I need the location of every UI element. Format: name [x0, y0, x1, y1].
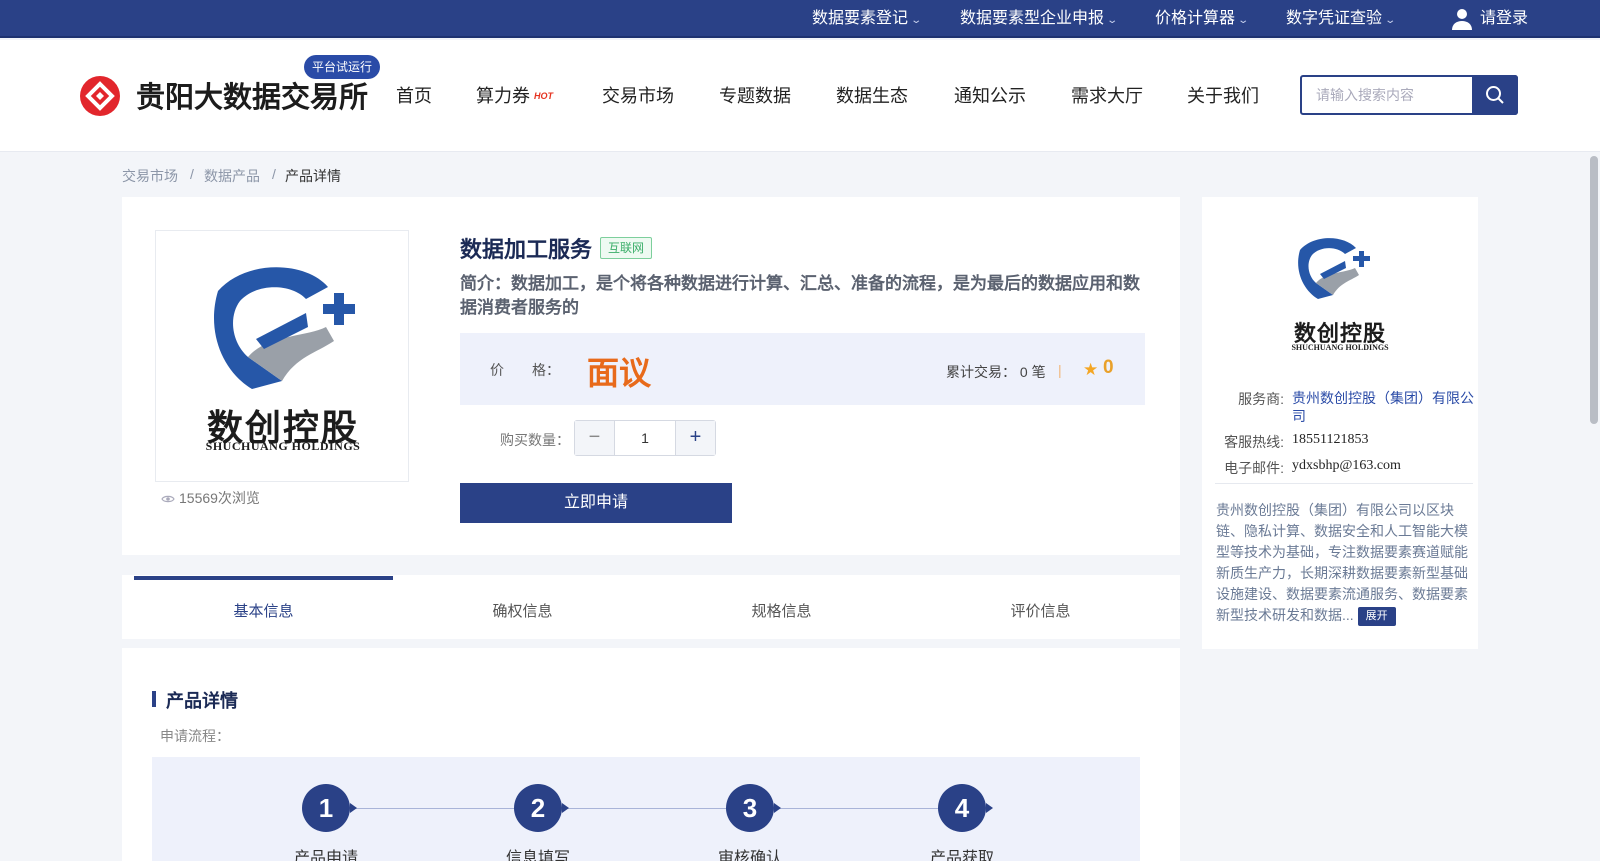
top-bar: 数据要素登记 ⌄ 数据要素型企业申报 ⌄ 价格计算器 ⌄ 数字凭证查验 ⌄ 请登录 [0, 0, 1600, 38]
price-value: 面议 [587, 355, 652, 391]
step-connector [354, 808, 518, 809]
shuchuang-logo-icon [1298, 238, 1370, 299]
chevron-down-icon: ⌄ [1106, 15, 1119, 26]
section-accent-bar [152, 691, 156, 707]
tab-rights-info[interactable]: 确权信息 [393, 600, 652, 621]
step-number: 2 [514, 784, 569, 832]
email-value: ydxsbhp@163.com [1292, 458, 1401, 473]
step-label: 产品申请 [293, 850, 358, 861]
user-icon[interactable] [1450, 7, 1474, 31]
trade-count: 累计交易： 0 笔 [946, 364, 1046, 380]
breadcrumb-current: 产品详情 [285, 168, 341, 184]
step-number: 4 [938, 784, 993, 832]
topbar-link-price-calculator[interactable]: 价格计算器 ⌄ [1155, 0, 1250, 38]
decrease-button[interactable]: − [575, 421, 615, 455]
section-title: 产品详情 [166, 691, 238, 711]
nav-home[interactable]: 首页 [396, 82, 432, 108]
hot-badge: HOT [534, 91, 553, 101]
hotline-value: 18551121853 [1292, 432, 1369, 447]
price-label: 价 格： [490, 362, 560, 378]
expand-button[interactable]: 展开 [1357, 607, 1396, 626]
nav-about-us[interactable]: 关于我们 [1187, 82, 1259, 108]
nav-notices[interactable]: 通知公示 [954, 82, 1026, 108]
trial-badge: 平台试运行 [304, 55, 381, 79]
email-label: 电子邮件: [1224, 460, 1284, 476]
apply-now-button[interactable]: 立即申请 [460, 483, 732, 523]
nav-topic-data[interactable]: 专题数据 [719, 82, 791, 108]
breadcrumb-data-products[interactable]: 数据产品 [204, 166, 260, 186]
topbar-link-label: 数据要素登记 [812, 10, 909, 27]
topbar-link-certificate-check[interactable]: 数字凭证查验 ⌄ [1286, 0, 1397, 38]
tab-review-info[interactable]: 评价信息 [911, 600, 1170, 621]
topbar-link-label: 价格计算器 [1155, 10, 1236, 27]
step-number: 3 [726, 784, 781, 832]
divider [1215, 483, 1473, 484]
active-tab-indicator [134, 576, 393, 580]
product-title: 数据加工服务 [460, 237, 593, 262]
chevron-down-icon: ⌄ [1237, 15, 1250, 26]
hotline-label: 客服热线: [1224, 434, 1284, 450]
provider-logo: 数创控股 SHUCHUANG HOLDINGS [1270, 232, 1410, 364]
site-header: 贵阳大数据交易所 平台试运行 首页 算力券 HOT 交易市场 专题数据 数据生态… [0, 40, 1600, 152]
brand-name[interactable]: 贵阳大数据交易所 [136, 74, 368, 116]
process-label: 申请流程： [160, 728, 230, 744]
tab-basic-info[interactable]: 基本信息 [134, 600, 393, 621]
nav-data-ecosystem[interactable]: 数据生态 [836, 82, 908, 108]
quantity-input[interactable]: 1 [615, 421, 675, 455]
logo-text-en: SHUCHUANG HOLDINGS [205, 439, 361, 453]
increase-button[interactable]: + [675, 421, 715, 455]
login-link[interactable]: 请登录 [1480, 0, 1528, 38]
step-label: 审核确认 [717, 850, 782, 861]
category-tag: 互联网 [600, 237, 653, 259]
chevron-down-icon: ⌄ [910, 15, 923, 26]
eye-icon [161, 496, 175, 503]
chevron-down-icon: ⌄ [1384, 15, 1397, 26]
tab-spec-info[interactable]: 规格信息 [652, 600, 911, 621]
view-count-text: 15569次浏览 [179, 490, 260, 506]
exchange-logo-icon[interactable] [80, 76, 120, 116]
service-provider-label: 服务商: [1238, 391, 1284, 407]
breadcrumb-trade-market[interactable]: 交易市场 [122, 166, 178, 186]
topbar-link-label: 数据要素型企业申报 [960, 10, 1105, 27]
star-icon: ★ [1083, 360, 1099, 379]
product-description: 简介：数据加工，是个将各种数据进行计算、汇总、准备的流程，是为最后的数据应用和数… [460, 274, 1140, 317]
breadcrumb-separator: / [272, 166, 276, 182]
divider: | [1058, 362, 1062, 378]
service-provider-link[interactable]: 贵州数创控股（集团）有限公司 [1292, 389, 1474, 425]
topbar-link-data-registration[interactable]: 数据要素登记 ⌄ [812, 0, 923, 38]
provider-description-text: 贵州数创控股（集团）有限公司以区块链、隐私计算、数据安全和人工智能大模型等技术为… [1216, 502, 1468, 623]
step-connector [566, 808, 730, 809]
logo-text-en: SHUCHUANG HOLDINGS [1291, 343, 1389, 352]
step-connector [778, 808, 942, 809]
quantity-label: 购买数量： [500, 432, 570, 448]
step-number: 1 [302, 784, 357, 832]
step-label: 产品获取 [929, 850, 994, 861]
search-button[interactable] [1472, 75, 1518, 115]
nav-demand-hall[interactable]: 需求大厅 [1071, 82, 1143, 108]
search-icon [1486, 86, 1504, 104]
nav-compute-voucher[interactable]: 算力券 [476, 82, 530, 108]
rating-value: 0 [1103, 357, 1114, 378]
step-label: 信息填写 [505, 850, 570, 861]
topbar-link-label: 数字凭证查验 [1286, 10, 1383, 27]
search-input[interactable] [1302, 77, 1472, 113]
provider-description: 贵州数创控股（集团）有限公司以区块链、隐私计算、数据安全和人工智能大模型等技术为… [1216, 500, 1470, 626]
breadcrumb-separator: / [190, 166, 194, 182]
nav-trade-market[interactable]: 交易市场 [602, 82, 674, 108]
topbar-link-enterprise-report[interactable]: 数据要素型企业申报 ⌄ [960, 0, 1119, 38]
scrollbar-thumb[interactable] [1590, 156, 1598, 424]
view-count: 15569次浏览 [161, 488, 260, 508]
quantity-stepper: − 1 + [574, 420, 716, 456]
product-image: 数创控股 SHUCHUANG HOLDINGS [155, 230, 409, 482]
